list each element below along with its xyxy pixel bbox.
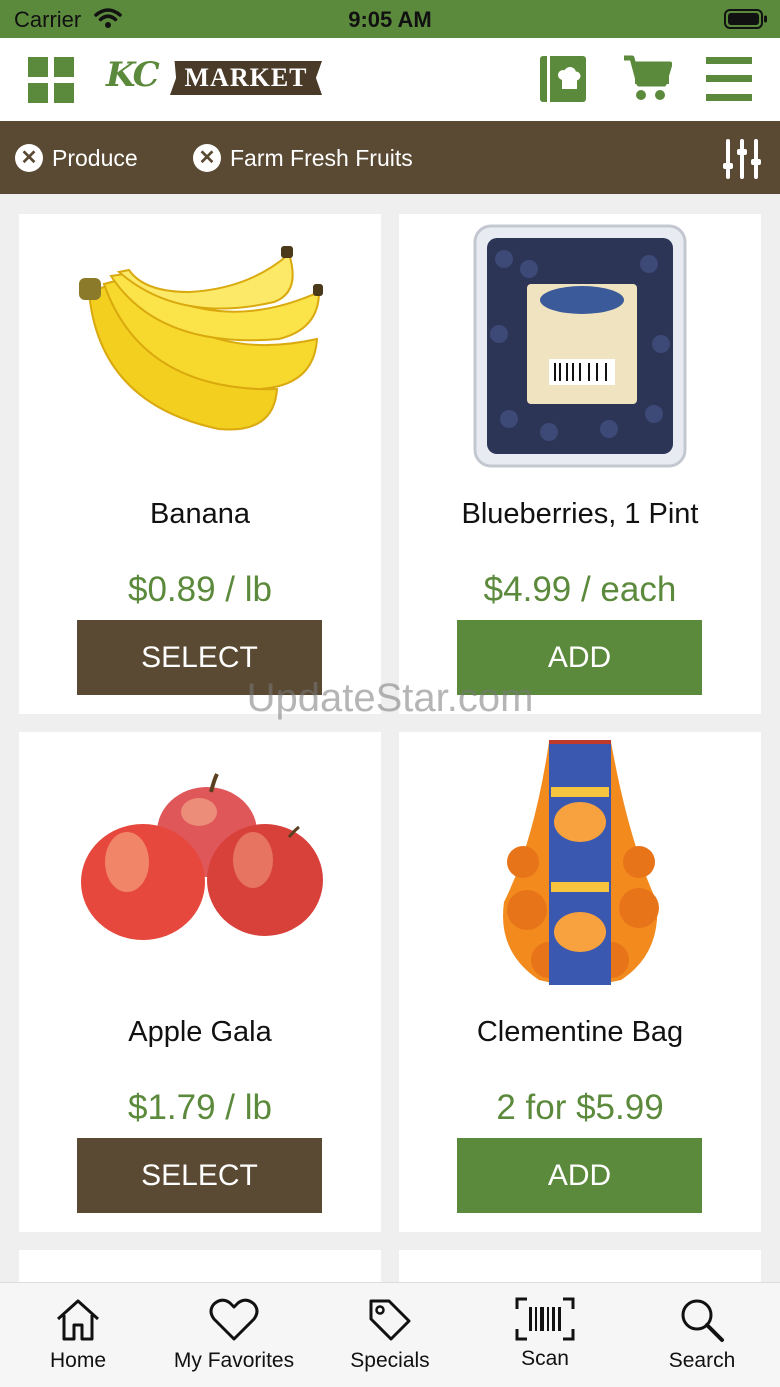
apple-image[interactable] [19,732,381,994]
add-button[interactable]: ADD [457,620,702,695]
product-card-clementine-bag[interactable]: Clementine Bag 2 for $5.99 ADD [399,732,761,1232]
tab-scan[interactable]: Scan [475,1297,615,1377]
filter-chip-farm-fresh-fruits[interactable]: ✕ Farm Fresh Fruits [193,143,413,173]
product-name: Apple Gala [128,1016,272,1048]
product-price: $4.99 / each [483,570,677,609]
tab-my-favorites[interactable]: My Favorites [164,1297,304,1377]
product-name: Banana [150,498,250,530]
home-icon [8,1297,148,1343]
barcode-icon [475,1297,615,1341]
battery-icon [724,9,768,34]
tab-label: Specials [350,1349,430,1372]
product-name: Blueberries, 1 Pint [461,498,699,530]
tag-icon [320,1297,460,1343]
select-button[interactable]: SELECT [77,1138,322,1213]
tab-label: My Favorites [173,1349,295,1372]
product-card-blueberries[interactable]: Blueberries, 1 Pint $4.99 / each ADD [399,214,761,714]
product-name: Clementine Bag [476,1016,684,1048]
logo-kc-text: KC [106,55,160,95]
filter-chip-label: Produce [52,144,138,171]
tab-home[interactable]: Home [8,1297,148,1377]
tab-label: Home [49,1349,107,1372]
tab-search[interactable]: Search [632,1297,772,1377]
search-icon [632,1297,772,1343]
heart-icon [164,1297,304,1343]
clementine-image[interactable] [399,732,761,994]
top-nav: KC MARKET [0,38,780,121]
product-price: 2 for $5.99 [496,1088,664,1127]
add-button[interactable]: ADD [457,1138,702,1213]
recipe-book-icon[interactable] [540,56,586,102]
product-price: $0.89 / lb [128,570,272,609]
status-bar: Carrier 9:05 AM [0,0,780,38]
logo-market-text: MARKET [170,61,322,95]
filter-chip-produce[interactable]: ✕ Produce [15,143,138,173]
blueberries-image[interactable] [399,214,761,476]
product-card-apple-gala[interactable]: Apple Gala $1.79 / lb SELECT [19,732,381,1232]
cart-icon[interactable] [622,54,673,102]
tab-label: Search [668,1349,736,1372]
tab-specials[interactable]: Specials [320,1297,460,1377]
close-icon[interactable]: ✕ [15,144,43,172]
product-card-banana[interactable]: Banana $0.89 / lb SELECT [19,214,381,714]
sliders-filter-icon[interactable] [722,139,762,179]
hamburger-menu-icon[interactable] [706,57,752,101]
filter-bar: ✕ Produce ✕ Farm Fresh Fruits [0,121,780,194]
tab-label: Scan [521,1347,569,1370]
grid-menu-icon[interactable] [28,57,74,103]
banana-image[interactable] [19,214,381,476]
bottom-tab-bar: Home My Favorites Specials Scan Search [0,1282,780,1387]
product-price: $1.79 / lb [128,1088,272,1127]
kc-market-logo[interactable]: KC MARKET [104,55,324,105]
close-icon[interactable]: ✕ [193,144,221,172]
clock: 9:05 AM [348,7,432,32]
select-button[interactable]: SELECT [77,620,322,695]
filter-chip-label: Farm Fresh Fruits [230,144,413,171]
